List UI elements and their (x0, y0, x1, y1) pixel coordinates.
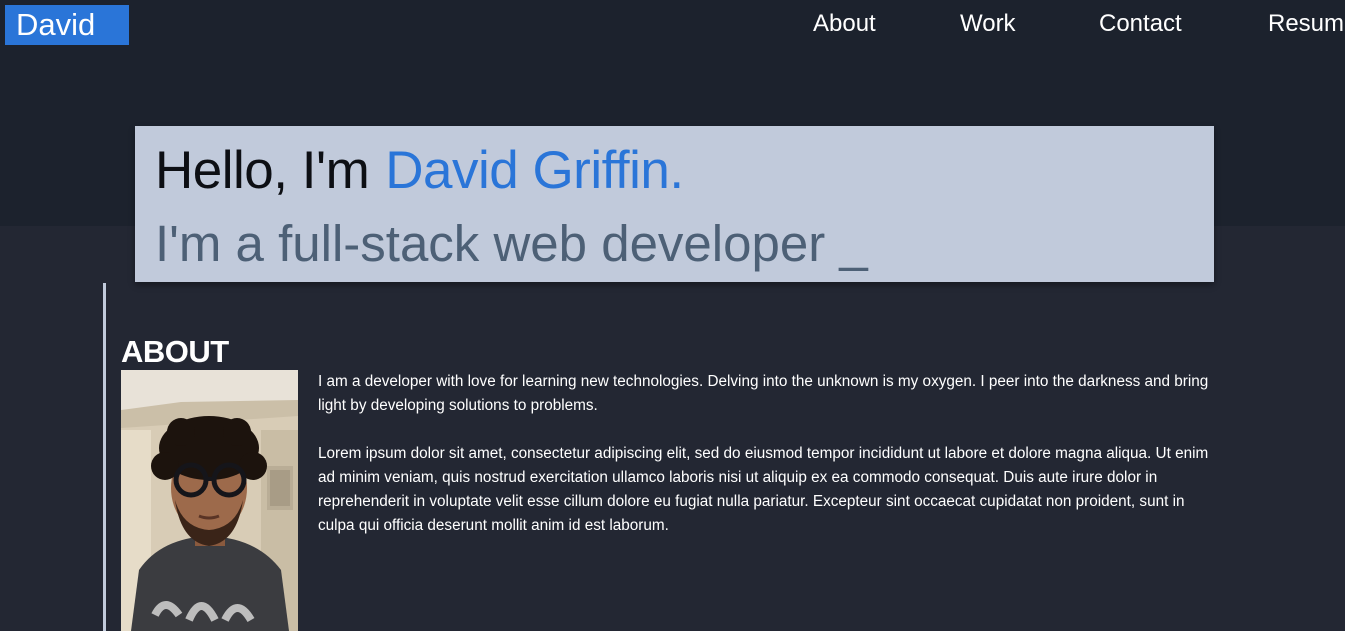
nav-link-work[interactable]: Work (960, 9, 1016, 39)
brand-logo-link[interactable]: David (5, 5, 129, 45)
greeting-name: David Griffin. (385, 141, 684, 200)
about-paragraph-1: I am a developer with love for learning … (318, 373, 1209, 414)
hero-tagline: I'm a full-stack web developer _ (155, 215, 868, 272)
nav-link-about[interactable]: About (813, 9, 876, 39)
greeting-prefix: Hello, I'm (155, 141, 370, 200)
about-section-rule (103, 283, 106, 631)
nav-link-resume[interactable]: Resume (1268, 9, 1345, 39)
hero-greeting: Hello, I'm David Griffin. (155, 140, 684, 202)
about-paragraph-2: Lorem ipsum dolor sit amet, consectetur … (318, 445, 1209, 534)
hero-card: Hello, I'm David Griffin. I'm a full-stac… (135, 126, 1214, 282)
nav-link-contact[interactable]: Contact (1099, 9, 1182, 39)
about-text: I am a developer with love for learning … (318, 370, 1218, 562)
profile-photo (121, 370, 298, 631)
about-heading: ABOUT (121, 334, 229, 369)
